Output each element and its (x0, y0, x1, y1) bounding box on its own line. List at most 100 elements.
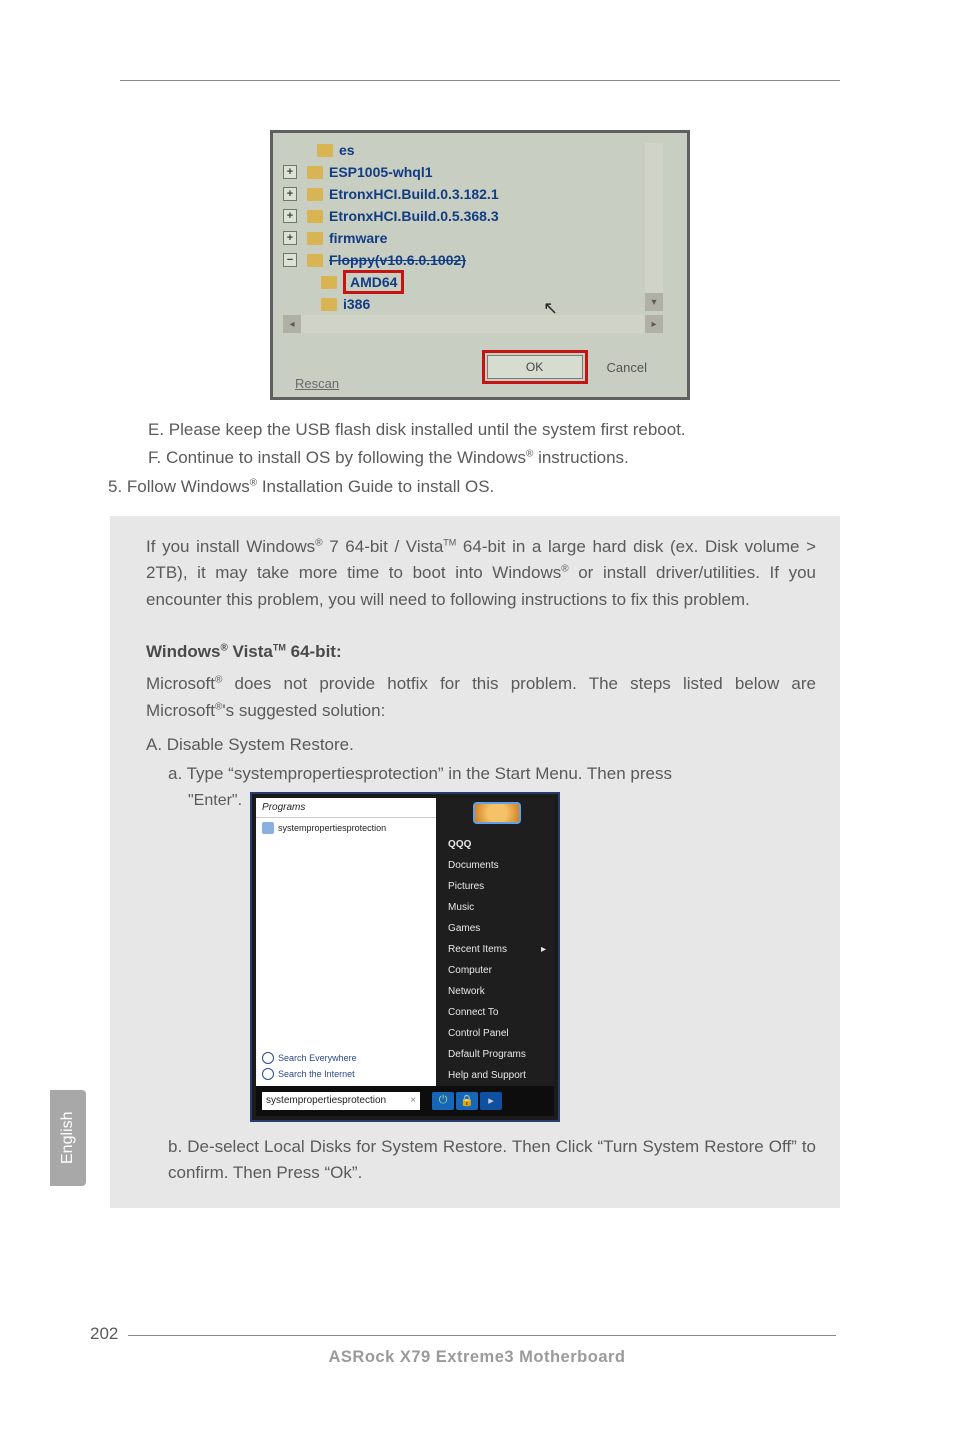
txt: 64-bit: (286, 642, 342, 661)
vista-heading: Windows® VistaTM 64-bit: (146, 639, 816, 665)
chevron-right-icon: ▸ (541, 944, 546, 955)
collapse-icon: − (283, 253, 297, 267)
programs-header: Programs (256, 798, 436, 818)
trademark-icon: TM (273, 642, 286, 652)
right-link: Default Programs (440, 1044, 554, 1065)
step-A: A. Disable System Restore. (146, 732, 816, 758)
page-content: es + ESP1005-whql1 + EtronxHCI.Build.0.3… (120, 130, 840, 1208)
info-box: If you install Windows ® 7 64-bit / Vista… (110, 516, 840, 1208)
dialog-buttons: OK Cancel (487, 355, 647, 379)
right-link: Recent Items ▸ (440, 939, 554, 960)
scrollbar-horizontal: ◂ ▸ (283, 315, 663, 333)
right-link: Documents (440, 855, 554, 876)
tree-item: es (339, 142, 355, 158)
footer-rule (128, 1335, 836, 1336)
txt: Windows (146, 642, 220, 661)
start-menu-bottom: systempropertiesprotection × ⏻ 🔒 ▸ (256, 1086, 554, 1116)
language-tab: English (50, 1090, 86, 1186)
expand-icon: + (283, 165, 297, 179)
txt: 's suggested solution: (222, 701, 385, 720)
step-f-text: F. Continue to install OS by following t… (148, 448, 526, 467)
folder-icon (307, 254, 323, 267)
txt: Vista (228, 642, 273, 661)
right-link: Computer (440, 960, 554, 981)
expand-icon: + (283, 209, 297, 223)
ok-button: OK (487, 355, 583, 379)
page-number: 202 (90, 1324, 118, 1344)
step-e: E. Please keep the USB flash disk instal… (148, 418, 840, 443)
txt: Microsoft (146, 674, 215, 693)
right-link: Pictures (440, 876, 554, 897)
rescan-button: Rescan (295, 376, 339, 391)
tree-item: EtronxHCI.Build.0.3.182.1 (329, 186, 499, 202)
clear-icon: × (410, 1095, 416, 1106)
folder-icon (307, 188, 323, 201)
header-rule (120, 80, 840, 81)
txt: Search the Internet (278, 1069, 355, 1079)
search-value: systempropertiesprotection (266, 1095, 386, 1106)
right-link: Connect To (440, 1002, 554, 1023)
folder-icon (307, 166, 323, 179)
tree-item: AMD64 (350, 274, 397, 290)
expand-icon: + (283, 231, 297, 245)
txt: 7 64-bit / Vista (323, 537, 444, 556)
search-icon (262, 1052, 274, 1064)
power-icon: ⏻ (432, 1092, 454, 1110)
lock-icon: 🔒 (456, 1092, 478, 1110)
txt: Recent Items (448, 944, 507, 955)
step-f: F. Continue to install OS by following t… (148, 446, 840, 471)
tree-item: i386 (343, 296, 370, 312)
right-link: Control Panel (440, 1023, 554, 1044)
scroll-right-icon: ▸ (645, 315, 663, 333)
step-f-text2: instructions. (533, 448, 628, 467)
folder-icon (307, 232, 323, 245)
search-everywhere-row: Search Everywhere (262, 1050, 430, 1066)
registered-icon: ® (561, 564, 568, 575)
folder-tree: es + ESP1005-whql1 + EtronxHCI.Build.0.3… (283, 139, 643, 315)
program-icon (262, 822, 274, 834)
step-A-a: a. Type “systempropertiesprotection” in … (168, 761, 816, 787)
scroll-left-icon: ◂ (283, 315, 301, 333)
registered-icon: ® (250, 478, 257, 489)
power-buttons: ⏻ 🔒 ▸ (432, 1092, 502, 1110)
tree-item: ESP1005-whql1 (329, 164, 433, 180)
user-avatar (473, 802, 521, 824)
scrollbar-vertical (645, 143, 663, 293)
program-item: systempropertiesprotection (256, 818, 436, 838)
right-link: Help and Support (440, 1065, 554, 1086)
search-scope-rows: Search Everywhere Search the Internet (262, 1050, 430, 1082)
step-5-text2: Installation Guide to install OS. (257, 477, 494, 496)
txt: Search Everywhere (278, 1053, 357, 1063)
search-icon (262, 1068, 274, 1080)
step-A-b: b. De-select Local Disks for System Rest… (168, 1134, 816, 1187)
start-search-input: systempropertiesprotection × (262, 1092, 420, 1110)
right-link: Network (440, 981, 554, 1002)
enter-text: "Enter". (188, 792, 242, 810)
info-paragraph-1: If you install Windows ® 7 64-bit / Vista… (146, 534, 816, 613)
search-internet-row: Search the Internet (262, 1066, 430, 1082)
folder-icon (307, 210, 323, 223)
start-menu-left: Programs systempropertiesprotection Sear… (256, 798, 436, 1086)
expand-icon: + (283, 187, 297, 201)
tree-item: EtronxHCI.Build.0.5.368.3 (329, 208, 499, 224)
program-label: systempropertiesprotection (278, 823, 386, 833)
screenshot-driver-dialog: es + ESP1005-whql1 + EtronxHCI.Build.0.3… (270, 130, 690, 400)
right-link: QQQ (440, 834, 554, 855)
start-menu-right: QQQ Documents Pictures Music Games Recen… (440, 798, 554, 1086)
enter-and-shot2: "Enter". Programs systempropertiesprotec… (146, 792, 816, 1122)
trademark-icon: TM (443, 537, 456, 547)
step-5-text: 5. Follow Windows (108, 477, 250, 496)
txt: If you install Windows (146, 537, 315, 556)
tree-item: firmware (329, 230, 387, 246)
right-link: Games (440, 918, 554, 939)
folder-icon (321, 298, 337, 311)
amd64-highlight: AMD64 (343, 270, 404, 294)
cursor-icon: ↖ (543, 298, 558, 319)
footer-text: ASRock X79 Extreme3 Motherboard (0, 1348, 954, 1367)
folder-icon (321, 276, 337, 289)
screenshot-start-menu: Programs systempropertiesprotection Sear… (250, 792, 560, 1122)
right-link: Music (440, 897, 554, 918)
tree-item: Floppy(v10.6.0.1002) (329, 252, 466, 268)
cancel-button: Cancel (607, 360, 647, 375)
folder-icon (317, 144, 333, 157)
